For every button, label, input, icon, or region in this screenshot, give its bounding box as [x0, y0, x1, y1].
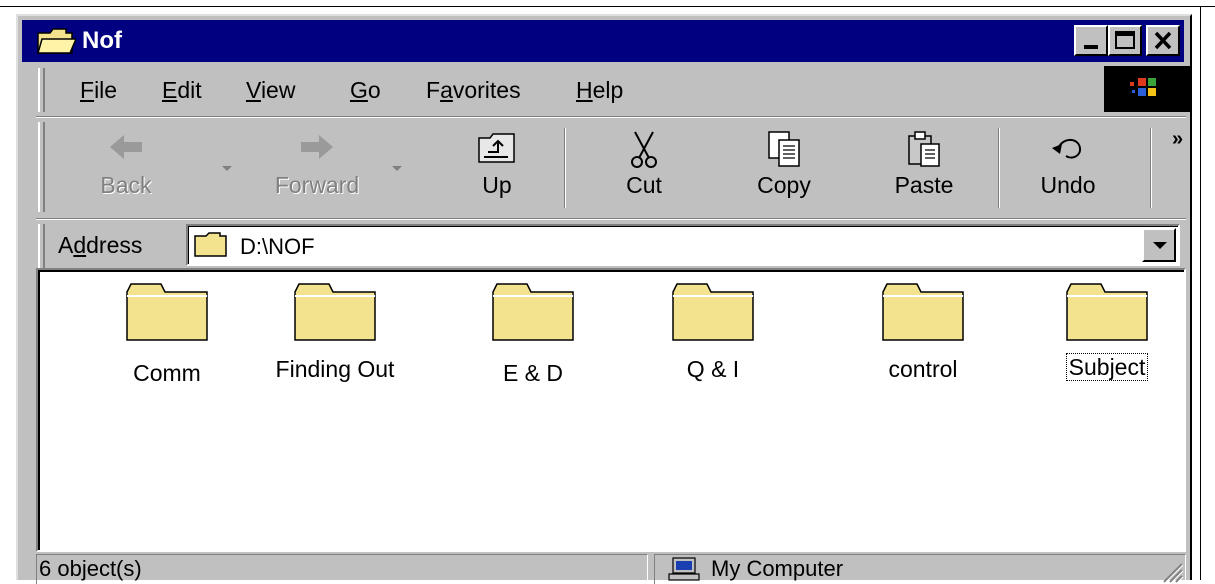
address-dropdown-button[interactable]: [1142, 228, 1176, 262]
address-field[interactable]: [186, 224, 1180, 266]
folder-name: control: [888, 356, 958, 382]
folder-icon: [126, 283, 208, 341]
folder-item-comm[interactable]: Comm: [92, 282, 242, 402]
menu-go[interactable]: Go: [350, 76, 381, 104]
menu-bar: File Edit View Go Favorites Help: [36, 64, 1190, 116]
menu-favorites[interactable]: Favorites: [426, 76, 521, 104]
maximize-button[interactable]: [1108, 25, 1142, 56]
file-list-view[interactable]: Comm Finding Out E & D Q & I control Sub…: [36, 268, 1186, 552]
minimize-icon: [1084, 45, 1098, 49]
forward-dropdown-arrow[interactable]: [392, 166, 402, 171]
folder-name: Finding Out: [275, 356, 395, 382]
window-title: Nof: [82, 27, 122, 54]
status-zone-label: My Computer: [711, 556, 844, 581]
back-dropdown-arrow[interactable]: [222, 166, 232, 171]
folder-icon: [294, 283, 376, 341]
folder-icon: [492, 283, 574, 341]
page-right-rule: [1200, 6, 1201, 580]
page-top-rule: [0, 6, 1215, 7]
folder-icon: [1066, 283, 1148, 341]
paste-icon: [908, 131, 940, 167]
cut-button[interactable]: Cut: [596, 118, 692, 214]
folder-icon: [672, 283, 754, 341]
folder-item-q-and-i[interactable]: Q & I: [638, 282, 788, 402]
folder-item-finding-out[interactable]: Finding Out: [260, 282, 410, 402]
forward-arrow-icon: [301, 135, 333, 159]
back-button[interactable]: Back: [76, 118, 176, 214]
menu-file[interactable]: File: [80, 76, 117, 104]
copy-button[interactable]: Copy: [736, 118, 832, 214]
paste-button[interactable]: Paste: [874, 118, 974, 214]
explorer-window: Nof File Edit View Go Favorites Help Bac…: [16, 14, 1192, 584]
resize-grip-icon[interactable]: [1158, 558, 1184, 584]
folder-item-e-and-d[interactable]: E & D: [458, 282, 608, 402]
undo-icon: [1052, 139, 1082, 159]
menu-bar-grip[interactable]: [38, 68, 45, 112]
folder-icon: [882, 283, 964, 341]
close-icon: [1154, 31, 1172, 50]
standard-toolbar: Back Forward Up Cut Copy Paste Undo »: [36, 118, 1186, 218]
toolbar-overflow-chevron[interactable]: »: [1172, 128, 1183, 151]
toolbar-separator: [564, 128, 566, 208]
toolbar-separator: [1150, 128, 1152, 208]
address-bar-grip[interactable]: [38, 224, 45, 268]
menu-view[interactable]: View: [246, 76, 295, 104]
folder-name-focused: Subject: [1032, 353, 1182, 381]
folder-item-subject[interactable]: Subject: [1032, 282, 1182, 402]
scissors-icon: [631, 131, 657, 168]
up-folder-icon: [478, 133, 515, 163]
folder-icon: [37, 28, 76, 54]
folder-icon: [194, 232, 227, 257]
close-button[interactable]: [1146, 25, 1180, 56]
minimize-button[interactable]: [1074, 25, 1108, 56]
windows-flag-icon: [1130, 78, 1156, 96]
menu-edit[interactable]: Edit: [162, 76, 202, 104]
folder-name: E & D: [502, 360, 564, 386]
undo-button[interactable]: Undo: [1020, 118, 1116, 214]
folder-name: Q & I: [686, 356, 740, 382]
my-computer-icon: [668, 557, 700, 581]
toolbar-grip[interactable]: [38, 122, 45, 212]
folder-name: Comm: [133, 360, 201, 386]
windows-logo: [1104, 66, 1190, 112]
toolbar-separator: [998, 128, 1000, 208]
up-button[interactable]: Up: [452, 118, 542, 214]
folder-item-control[interactable]: control: [848, 282, 998, 402]
back-arrow-icon: [110, 135, 142, 159]
address-input[interactable]: [238, 233, 1122, 261]
copy-icon: [768, 131, 800, 167]
maximize-icon: [1115, 31, 1135, 49]
chevron-down-icon: [1153, 242, 1167, 249]
address-bar: Address: [36, 220, 1186, 272]
forward-button[interactable]: Forward: [262, 118, 372, 214]
menu-help[interactable]: Help: [576, 76, 623, 104]
address-label: Address: [58, 232, 143, 258]
title-bar[interactable]: Nof: [22, 20, 1184, 62]
status-bar: 6 object(s) My Computer: [36, 554, 1186, 584]
